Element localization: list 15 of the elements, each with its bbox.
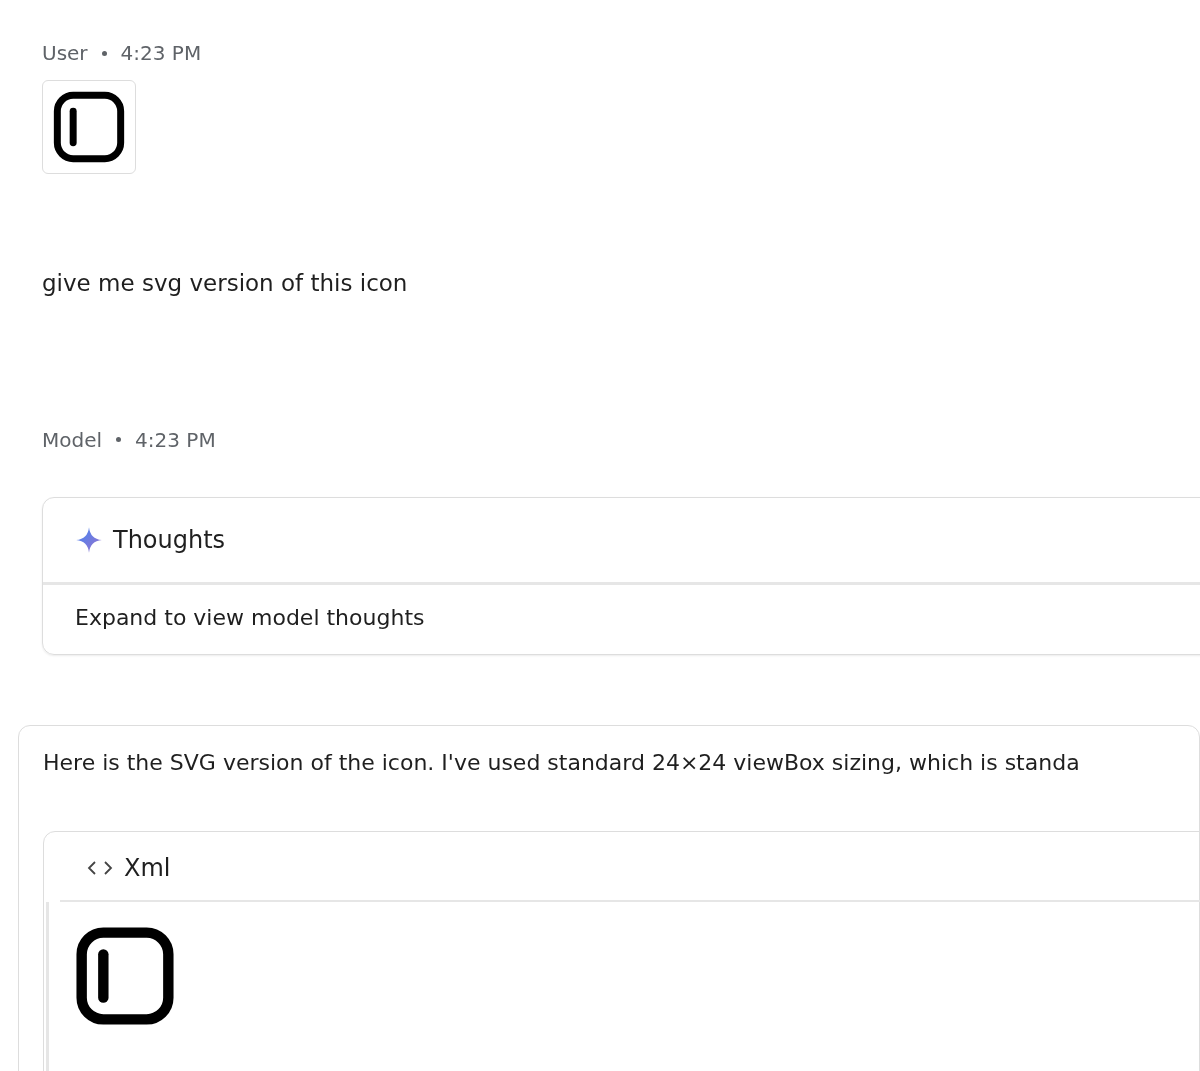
- timestamp: 4:23 PM: [120, 40, 202, 67]
- thoughts-title: Thoughts: [113, 524, 226, 556]
- code-language: Xml: [124, 852, 171, 884]
- code-icon: [86, 858, 114, 877]
- image-attachment[interactable]: [42, 80, 136, 174]
- sender-name: User: [42, 40, 88, 67]
- square-icon: [51, 89, 127, 165]
- separator-dot: [116, 437, 122, 442]
- separator-dot: [101, 50, 107, 56]
- thoughts-summary: Expand to view model thoughts: [74, 603, 426, 632]
- thoughts-panel[interactable]: Thoughts Expand to view model thoughts: [42, 496, 1200, 655]
- message-text: give me svg version of this icon: [42, 269, 409, 298]
- timestamp: 4:23 PM: [135, 426, 216, 454]
- sender-name: Model: [42, 426, 103, 454]
- response-text: Here is the SVG version of the icon. I've used standard 24×24 viewBox sizing, which is standa: [43, 748, 1081, 777]
